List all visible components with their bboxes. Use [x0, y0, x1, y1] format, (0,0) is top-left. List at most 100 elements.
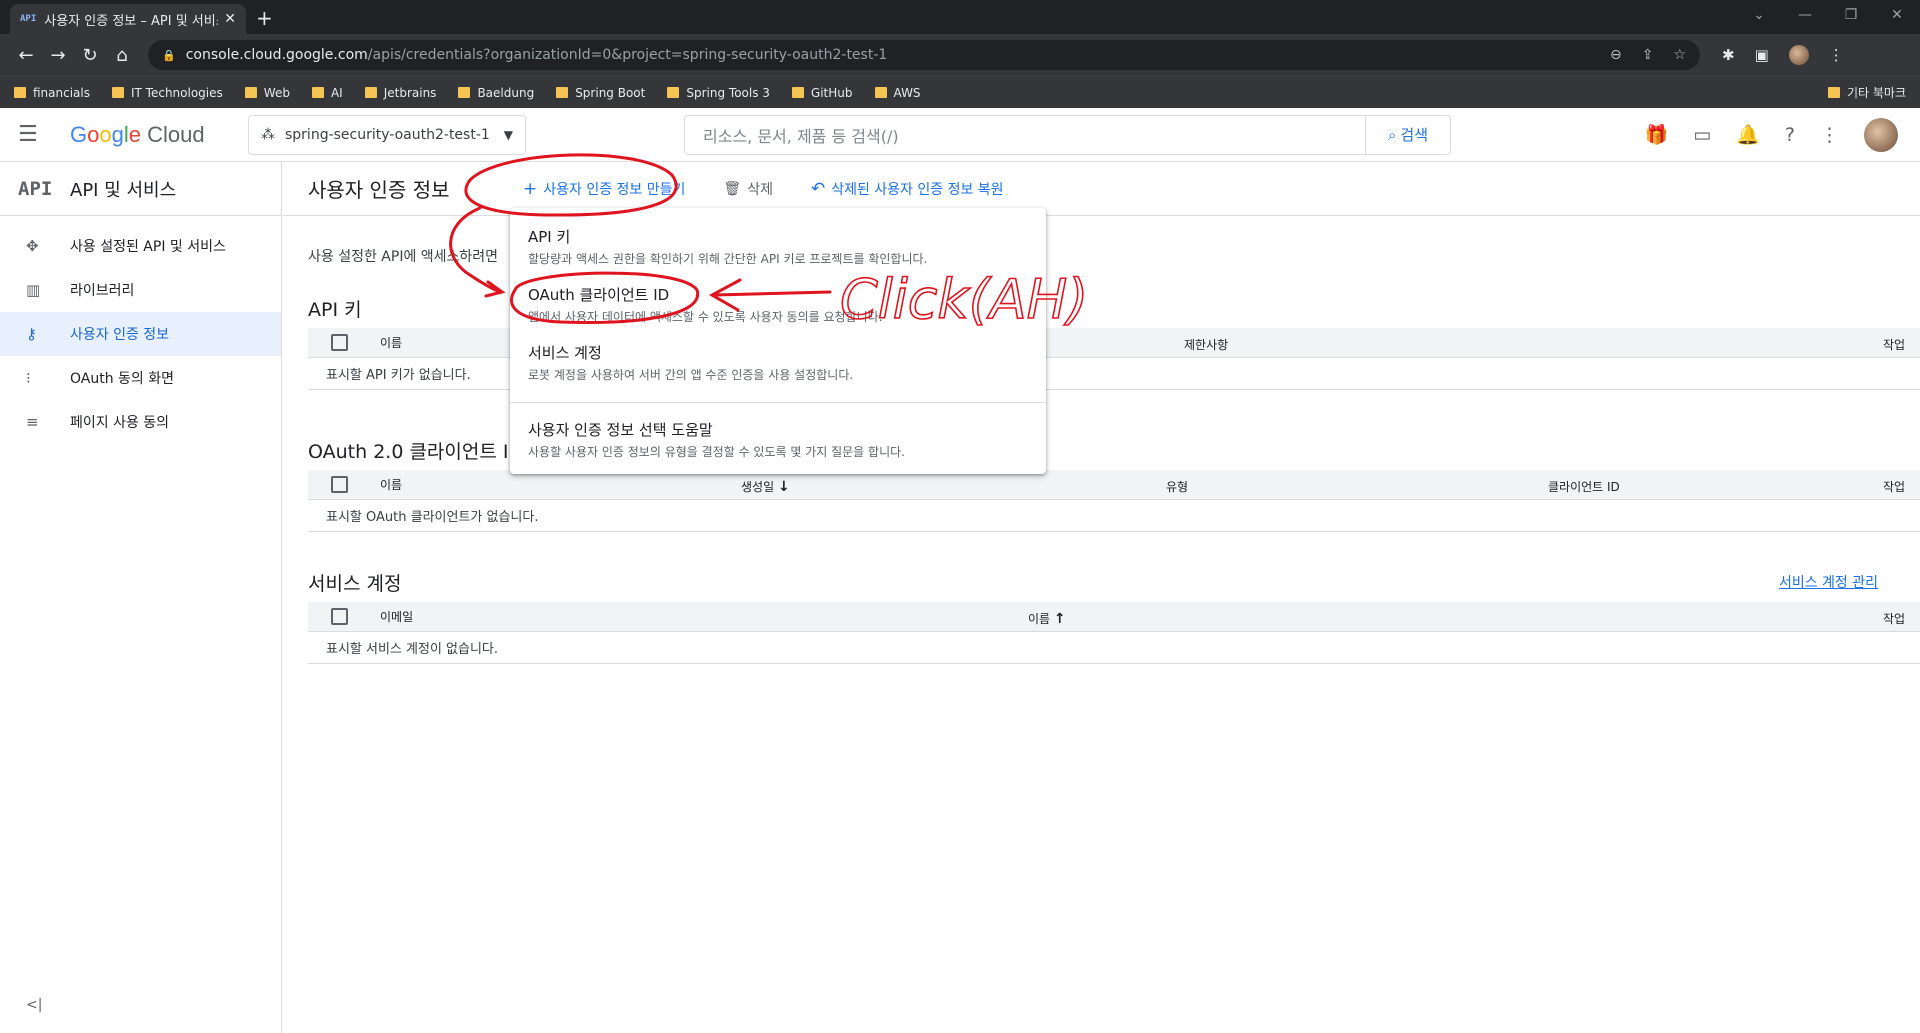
- menu-item-oauth-client-id[interactable]: OAuth 클라이언트 ID 앱에서 사용자 데이터에 액세스할 수 있도록 사…: [510, 278, 1046, 336]
- bookmark-folder[interactable]: IT Technologies: [112, 86, 223, 100]
- delete-label: 삭제: [747, 181, 773, 198]
- lock-icon[interactable]: 🔒: [162, 49, 176, 62]
- bookmark-star-icon[interactable]: ☆: [1673, 47, 1686, 63]
- col-name[interactable]: 이름: [380, 476, 402, 493]
- project-selector[interactable]: ⁂ spring-security-oauth2-test-1 ▼: [248, 114, 526, 155]
- col-actions: 작업: [1883, 612, 1906, 626]
- bookmark-folder[interactable]: Baeldung: [458, 86, 534, 100]
- new-tab-icon[interactable]: +: [256, 6, 273, 30]
- service-accounts-empty: 표시할 서비스 계정이 없습니다.: [308, 632, 1920, 664]
- menu-item-desc: 로봇 계정을 사용하여 서버 간의 앱 수준 인증을 사용 설정합니다.: [528, 368, 854, 382]
- folder-icon: [874, 87, 887, 98]
- delete-button[interactable]: 🗑 삭제: [723, 179, 773, 199]
- undo-icon: ↶: [810, 178, 826, 199]
- arrow-up-icon: ↑: [1053, 611, 1066, 627]
- search-button-label: 검색: [1400, 126, 1428, 144]
- col-name-label: 이름: [1028, 612, 1051, 626]
- minimize-icon[interactable]: —: [1782, 7, 1828, 23]
- api-favicon-icon: API: [20, 14, 37, 24]
- arrow-down-icon: ↓: [777, 479, 790, 495]
- bookmark-folder[interactable]: GitHub: [791, 86, 853, 100]
- menu-item-api-key[interactable]: API 키 할당량과 액세스 권한을 확인하기 위해 간단한 API 키로 프로…: [510, 220, 1046, 278]
- menu-item-desc: 앱에서 사용자 데이터에 액세스할 수 있도록 사용자 동의를 요청합니다.: [528, 310, 883, 324]
- google-cloud-logo[interactable]: Google Cloud: [70, 122, 248, 148]
- sidebar-item-oauth-consent[interactable]: ⁝ OAuth 동의 화면: [0, 356, 281, 400]
- side-panel-icon[interactable]: ▣: [1755, 46, 1769, 64]
- restore-icon[interactable]: ❐: [1828, 7, 1874, 23]
- profile-avatar[interactable]: [1788, 45, 1809, 65]
- sidebar-header: API API 및 서비스: [0, 162, 281, 216]
- create-credentials-button[interactable]: + 사용자 인증 정보 만들기: [523, 179, 685, 199]
- sidebar-item-label: 사용 설정된 API 및 서비스: [70, 239, 226, 255]
- home-icon[interactable]: ⌂: [106, 45, 138, 66]
- help-icon[interactable]: ?: [1785, 124, 1795, 146]
- select-all-checkbox[interactable]: [331, 476, 348, 493]
- chrome-menu-icon[interactable]: ⋮: [1829, 46, 1844, 64]
- other-bookmarks[interactable]: 기타 북마크: [1827, 84, 1906, 101]
- gift-icon[interactable]: 🎁: [1645, 123, 1669, 146]
- url-field[interactable]: 🔒 console.cloud.google.com/apis/credenti…: [148, 40, 1700, 70]
- sidebar-item-enabled-apis[interactable]: ✥ 사용 설정된 API 및 서비스: [0, 224, 281, 268]
- search-button[interactable]: ⌕ 검색: [1365, 115, 1450, 154]
- close-window-icon[interactable]: ✕: [1874, 7, 1920, 23]
- col-email[interactable]: 이메일: [380, 608, 413, 625]
- sidebar: API API 및 서비스 ✥ 사용 설정된 API 및 서비스 ▥ 라이브러리…: [0, 162, 282, 1033]
- page-title: 사용자 인증 정보: [308, 178, 450, 202]
- url-host: console.cloud.google.com: [185, 47, 368, 63]
- bookmark-folder[interactable]: AI: [311, 86, 343, 100]
- bookmark-folder[interactable]: Spring Boot: [556, 86, 645, 100]
- account-avatar[interactable]: [1864, 117, 1898, 152]
- menu-item-help-me-choose[interactable]: 사용자 인증 정보 선택 도움말 사용할 사용자 인증 정보의 유형을 결정할 …: [510, 413, 1046, 471]
- plus-icon: +: [523, 178, 538, 199]
- select-all-checkbox[interactable]: [331, 608, 348, 625]
- bookmark-folder[interactable]: Spring Tools 3: [667, 86, 770, 100]
- collapse-sidebar-icon[interactable]: <|: [26, 997, 42, 1013]
- notifications-bell-icon[interactable]: 🔔: [1736, 123, 1760, 146]
- extensions-icon[interactable]: ✱: [1722, 46, 1735, 64]
- col-type[interactable]: 유형: [1166, 478, 1188, 495]
- browser-tab[interactable]: API 사용자 인증 정보 – API 및 서비스 ✕: [10, 4, 246, 34]
- bookmark-folder[interactable]: AWS: [874, 85, 921, 100]
- bookmark-folder[interactable]: Web: [244, 86, 290, 100]
- sidebar-item-label: 사용자 인증 정보: [70, 327, 170, 343]
- bookmark-label: Spring Tools 3: [686, 85, 770, 100]
- hamburger-menu-icon[interactable]: ☰: [18, 122, 58, 147]
- bookmark-label: 기타 북마크: [1846, 86, 1906, 100]
- oauth-clients-header: 이름 생성일 ↓ 유형 클라이언트 ID 작업: [308, 470, 1920, 500]
- folder-icon: [1827, 87, 1840, 98]
- search-icon: ⌕: [1387, 125, 1397, 144]
- restore-deleted-button[interactable]: ↶ 삭제된 사용자 인증 정보 복원: [811, 179, 1004, 199]
- back-icon[interactable]: ←: [10, 45, 42, 66]
- bookmark-folder[interactable]: Jetbrains: [364, 86, 436, 100]
- bookmark-folder[interactable]: financials: [14, 86, 90, 100]
- col-client-id[interactable]: 클라이언트 ID: [1548, 478, 1620, 495]
- service-accounts-title: 서비스 계정: [308, 572, 402, 595]
- tab-search-icon[interactable]: ⌄: [1736, 7, 1782, 23]
- search-input[interactable]: 리소스, 문서, 제품 등 검색(/): [685, 123, 1365, 147]
- col-name[interactable]: 이름: [380, 334, 402, 351]
- col-name[interactable]: 이름 ↑: [1028, 610, 1066, 627]
- cloud-shell-icon[interactable]: ▭: [1693, 124, 1711, 146]
- zoom-icon[interactable]: ⊖: [1610, 47, 1622, 63]
- close-tab-icon[interactable]: ✕: [224, 11, 236, 27]
- more-vert-icon[interactable]: ⋮: [1820, 124, 1839, 146]
- menu-item-service-account[interactable]: 서비스 계정 로봇 계정을 사용하여 서버 간의 앱 수준 인증을 사용 설정합…: [510, 336, 1046, 394]
- col-created[interactable]: 생성일 ↓: [741, 478, 790, 495]
- trash-icon: 🗑: [723, 180, 742, 197]
- manage-service-accounts-link[interactable]: 서비스 계정 관리: [1779, 572, 1878, 592]
- bookmark-label: financials: [33, 85, 90, 100]
- bookmarks-bar: financials IT Technologies Web AI Jetbrains B…: [0, 76, 1920, 108]
- share-icon[interactable]: ⇪: [1642, 47, 1654, 63]
- create-credentials-menu: API 키 할당량과 액세스 권한을 확인하기 위해 간단한 API 키로 프로…: [510, 208, 1046, 474]
- forward-icon[interactable]: →: [42, 45, 74, 66]
- service-accounts-header: 이메일 이름 ↑ 작업: [308, 602, 1920, 632]
- sidebar-item-credentials[interactable]: ⚷ 사용자 인증 정보: [0, 312, 281, 356]
- sidebar-item-library[interactable]: ▥ 라이브러리: [0, 268, 281, 312]
- sidebar-title: API 및 서비스: [70, 179, 177, 201]
- enabled-apis-icon: ✥: [26, 237, 39, 255]
- select-all-checkbox[interactable]: [331, 334, 348, 351]
- bookmark-label: AWS: [893, 85, 921, 100]
- folder-icon: [14, 87, 26, 98]
- reload-icon[interactable]: ↻: [74, 45, 106, 66]
- sidebar-item-page-consent[interactable]: ≡ 페이지 사용 동의: [0, 400, 281, 444]
